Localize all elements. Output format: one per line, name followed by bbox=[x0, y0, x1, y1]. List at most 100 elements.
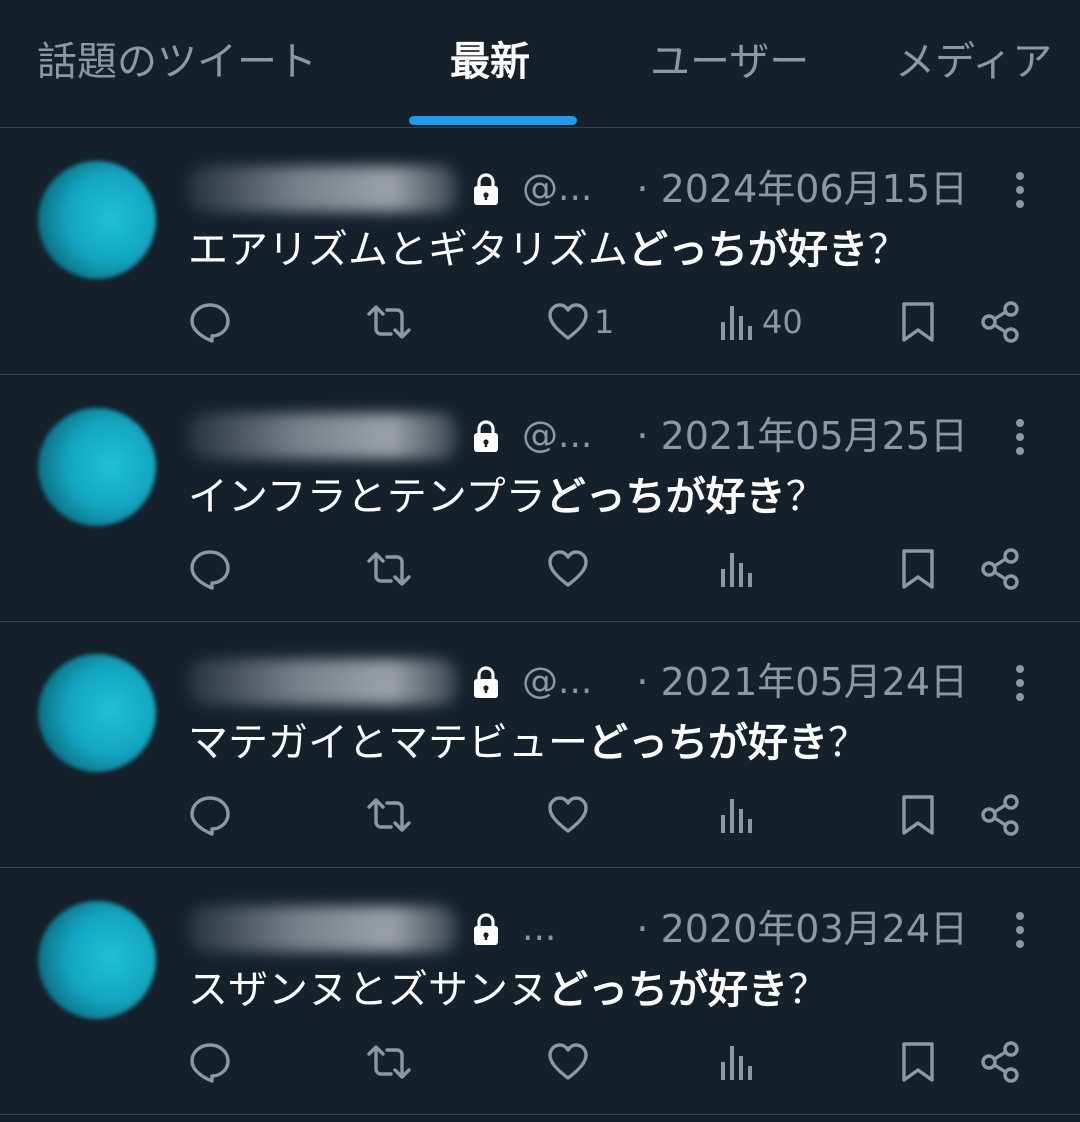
bookmark-icon bbox=[902, 302, 934, 342]
tweet-text-plain: マテガイとマテビュー bbox=[188, 720, 588, 766]
share-button[interactable] bbox=[978, 300, 1022, 344]
retweet-icon bbox=[367, 305, 411, 339]
search-tabs: 話題のツイート 最新 ユーザー メディア bbox=[0, 0, 1080, 128]
retweet-icon bbox=[367, 552, 411, 586]
like-button[interactable] bbox=[546, 793, 594, 837]
heart-icon bbox=[548, 796, 588, 833]
tweet-handle[interactable]: @... bbox=[522, 657, 592, 707]
heart-icon bbox=[548, 550, 588, 587]
like-button[interactable]: 1 bbox=[546, 300, 614, 344]
tweet-text-bold: どっちが好き bbox=[628, 227, 868, 273]
retweet-icon bbox=[367, 1045, 411, 1079]
tweet-date[interactable]: · 2024年06月15日 bbox=[636, 164, 968, 214]
tweet-text: スザンヌとズサンヌどっちが好き？ bbox=[188, 960, 828, 1020]
lock-icon bbox=[474, 420, 498, 452]
more-vertical-icon[interactable] bbox=[1006, 661, 1034, 705]
heart-icon bbox=[548, 1043, 588, 1080]
reply-icon bbox=[190, 303, 230, 343]
bookmark-icon bbox=[902, 549, 934, 589]
tweet[interactable]: @... · 2024年06月15日 エアリズムとギタリズムどっちが好き？ 1 bbox=[0, 128, 1080, 375]
tweet[interactable]: @... · 2021年05月25日 インフラとテンプラどっちが好き？ bbox=[0, 375, 1080, 622]
tweet-text: マテガイとマテビューどっちが好き？ bbox=[188, 713, 868, 773]
blurred-display-name[interactable] bbox=[188, 166, 458, 212]
reply-icon bbox=[190, 1043, 230, 1083]
like-button[interactable] bbox=[546, 1040, 594, 1084]
bookmark-button[interactable] bbox=[898, 547, 938, 591]
views-button[interactable]: 40 bbox=[718, 300, 803, 344]
blurred-display-name[interactable] bbox=[188, 659, 458, 705]
retweet-button[interactable] bbox=[364, 547, 414, 591]
bookmark-button[interactable] bbox=[898, 793, 938, 837]
views-button[interactable] bbox=[718, 793, 762, 837]
reply-icon bbox=[190, 550, 230, 590]
retweet-button[interactable] bbox=[364, 1040, 414, 1084]
bookmark-icon bbox=[902, 795, 934, 835]
more-vertical-icon[interactable] bbox=[1006, 168, 1034, 212]
more-vertical-icon[interactable] bbox=[1006, 908, 1034, 952]
retweet-icon bbox=[367, 798, 411, 832]
reply-button[interactable] bbox=[188, 547, 232, 591]
tweet-text-bold: どっちが好き bbox=[548, 967, 788, 1013]
avatar[interactable] bbox=[38, 161, 156, 279]
tweet-handle[interactable]: @... bbox=[522, 411, 592, 461]
share-icon bbox=[981, 548, 1019, 590]
bar-chart-icon bbox=[721, 306, 752, 340]
heart-icon bbox=[548, 303, 588, 340]
share-icon bbox=[981, 794, 1019, 836]
share-icon bbox=[981, 1041, 1019, 1083]
tab-media[interactable]: メディア bbox=[895, 30, 1052, 94]
avatar[interactable] bbox=[38, 408, 156, 526]
tweet-text-bold: どっちが好き bbox=[545, 474, 786, 520]
share-button[interactable] bbox=[978, 793, 1022, 837]
lock-icon bbox=[474, 666, 498, 698]
tweet-text-plain: インフラとテンプラ bbox=[188, 474, 546, 520]
blurred-display-name[interactable] bbox=[188, 906, 458, 952]
reply-button[interactable] bbox=[188, 300, 232, 344]
tweet-handle[interactable]: ... bbox=[522, 904, 556, 954]
avatar[interactable] bbox=[38, 654, 156, 772]
tweet-handle[interactable]: @... bbox=[522, 164, 592, 214]
tweet-text-tail: ？ bbox=[788, 967, 828, 1013]
blurred-display-name[interactable] bbox=[188, 413, 458, 459]
bar-chart-icon bbox=[721, 799, 752, 833]
reply-button[interactable] bbox=[188, 1040, 232, 1084]
like-button[interactable] bbox=[546, 547, 594, 591]
tweet-text-tail: ？ bbox=[785, 474, 826, 520]
bookmark-icon bbox=[902, 1042, 934, 1082]
tweet-text-tail: ？ bbox=[868, 227, 908, 273]
reply-icon bbox=[190, 796, 230, 836]
reply-button[interactable] bbox=[188, 793, 232, 837]
tab-users[interactable]: ユーザー bbox=[650, 30, 809, 94]
lock-icon bbox=[474, 913, 498, 945]
retweet-button[interactable] bbox=[364, 300, 414, 344]
active-tab-indicator bbox=[409, 116, 577, 125]
share-button[interactable] bbox=[978, 1040, 1022, 1084]
tweet-date[interactable]: · 2020年03月24日 bbox=[636, 904, 968, 954]
share-icon bbox=[981, 301, 1019, 343]
tweet-text-plain: スザンヌとズサンヌ bbox=[188, 967, 548, 1013]
share-button[interactable] bbox=[978, 547, 1022, 591]
bar-chart-icon bbox=[721, 553, 752, 587]
avatar[interactable] bbox=[38, 901, 156, 1019]
views-button[interactable] bbox=[718, 547, 762, 591]
tab-latest[interactable]: 最新 bbox=[450, 30, 530, 94]
bookmark-button[interactable] bbox=[898, 1040, 938, 1084]
views-button[interactable] bbox=[718, 1040, 762, 1084]
like-count: 1 bbox=[594, 303, 615, 341]
tweet[interactable]: ... · 2020年03月24日 スザンヌとズサンヌどっちが好き？ bbox=[0, 868, 1080, 1115]
tweet-text-plain: エアリズムとギタリズム bbox=[188, 227, 628, 273]
tweet[interactable]: @... · 2021年05月24日 マテガイとマテビューどっちが好き？ bbox=[0, 621, 1080, 868]
view-count: 40 bbox=[762, 303, 803, 341]
tweet-text: インフラとテンプラどっちが好き？ bbox=[188, 467, 826, 527]
tab-top[interactable]: 話題のツイート bbox=[37, 30, 317, 94]
tweet-text-tail: ？ bbox=[828, 720, 868, 766]
retweet-button[interactable] bbox=[364, 793, 414, 837]
bookmark-button[interactable] bbox=[898, 300, 938, 344]
tweet-text-bold: どっちが好き bbox=[588, 720, 828, 766]
more-vertical-icon[interactable] bbox=[1006, 415, 1034, 459]
tweet-text: エアリズムとギタリズムどっちが好き？ bbox=[188, 220, 908, 280]
bar-chart-icon bbox=[721, 1046, 752, 1080]
lock-icon bbox=[474, 173, 498, 205]
tweet-date[interactable]: · 2021年05月24日 bbox=[636, 657, 968, 707]
tweet-date[interactable]: · 2021年05月25日 bbox=[636, 411, 968, 461]
